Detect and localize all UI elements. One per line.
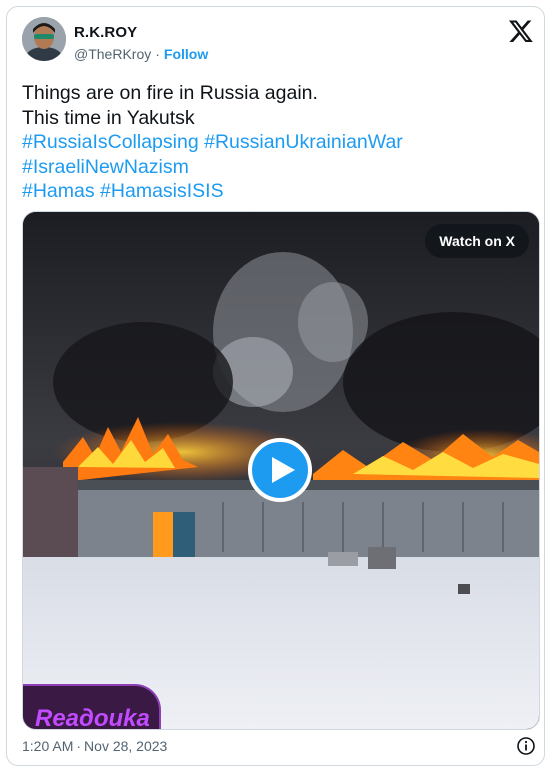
watch-on-x-button[interactable]: Watch on X: [425, 224, 529, 258]
separator-dot: ·: [155, 46, 160, 62]
tweet-text: Things are on fire in Russia again. This…: [22, 81, 527, 204]
tweet-line-1: Things are on fire in Russia again.: [22, 82, 318, 104]
hashtag-line-3: #Hamas #HamasisISIS: [22, 179, 527, 204]
hashtag-link[interactable]: #RussianUkrainianWar: [204, 131, 403, 153]
author-handle[interactable]: @TheRKroy: [74, 46, 151, 62]
hashtag-link[interactable]: #HamasisISIS: [100, 180, 224, 202]
hashtag-link[interactable]: #IsraeliNewNazism: [22, 156, 189, 178]
tweet-timestamp[interactable]: 1:20 AM · Nov 28, 2023: [22, 738, 167, 754]
hashtag-line-2: #IsraeliNewNazism: [22, 155, 527, 180]
watermark-logo: Reaдouka: [23, 684, 161, 730]
author-name[interactable]: R.K.ROY: [74, 24, 137, 41]
play-icon: [272, 457, 295, 483]
author-handle-row: @TheRKroy · Follow: [74, 46, 208, 62]
x-logo-icon[interactable]: [508, 18, 534, 44]
play-button[interactable]: [248, 438, 312, 502]
separator-dot: ·: [76, 738, 82, 754]
hashtag-line-1: #RussiaIsCollapsing #RussianUkrainianWar: [22, 130, 527, 155]
hashtag-link[interactable]: #RussiaIsCollapsing: [22, 131, 199, 153]
hashtag-link[interactable]: #Hamas: [22, 180, 95, 202]
tweet-line-2: This time in Yakutsk: [22, 106, 195, 129]
avatar[interactable]: [22, 17, 66, 61]
tweet-date: Nov 28, 2023: [84, 738, 168, 754]
video-thumbnail[interactable]: Watch on X Reaдouka: [22, 211, 540, 730]
tweet-time: 1:20 AM: [22, 738, 74, 754]
follow-button[interactable]: Follow: [164, 46, 208, 62]
info-icon[interactable]: [516, 736, 536, 756]
svg-text:Reaдouka: Reaдouka: [35, 705, 149, 730]
